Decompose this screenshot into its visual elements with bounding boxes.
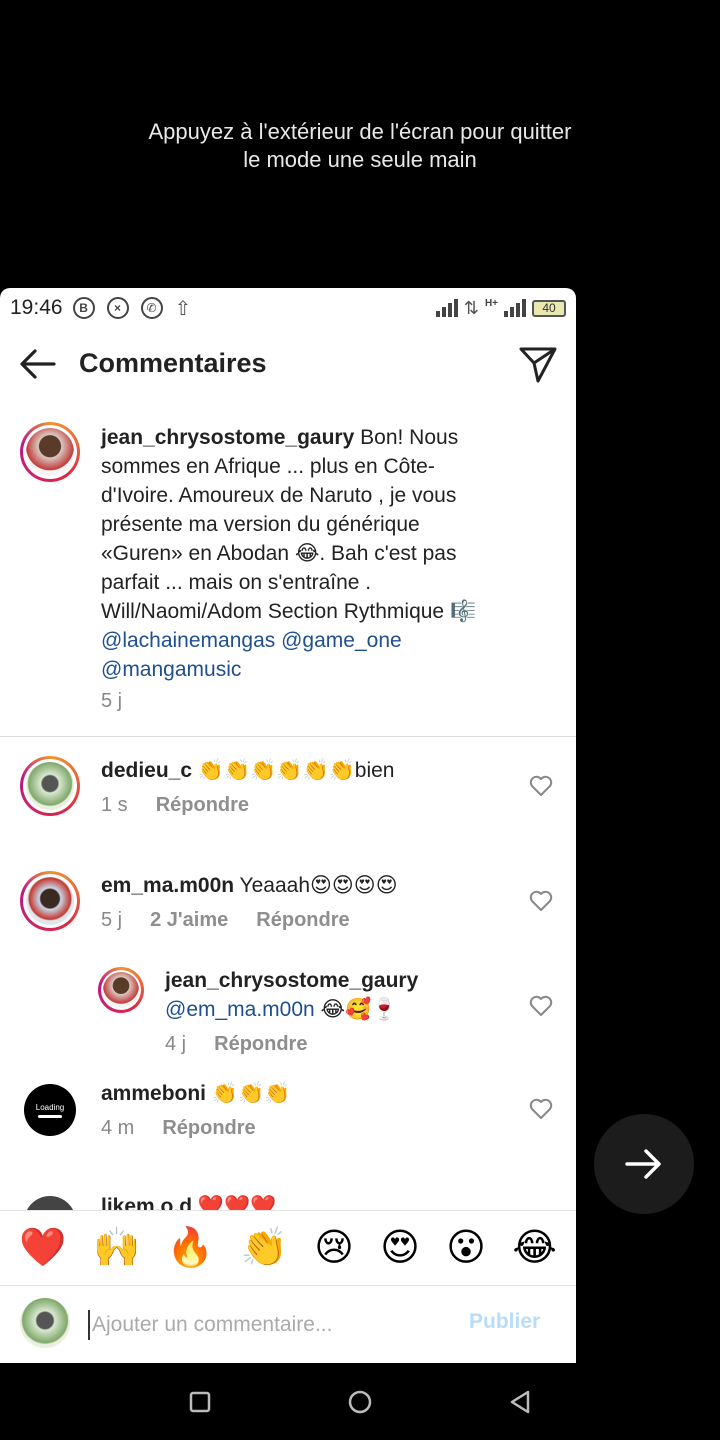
emoji-raised-hands[interactable]: 🙌	[93, 1228, 140, 1268]
comment-meta: 4 m Répondre	[101, 1117, 256, 1140]
mention-link[interactable]: @mangamusic	[101, 658, 241, 681]
comment-username[interactable]: em_ma.m00n	[101, 874, 234, 897]
square-icon	[189, 1391, 211, 1412]
close-circle-icon: ×	[106, 297, 129, 319]
avatar[interactable]	[20, 871, 80, 931]
timestamp: 4 m	[101, 1117, 135, 1139]
avatar[interactable]: Loading	[24, 1084, 76, 1136]
comment-text: jean_chrysostome_gaury @em_ma.m00n 😂🥰🍷	[165, 966, 505, 1024]
recents-button[interactable]	[170, 1372, 230, 1432]
reply-button[interactable]: Répondre	[256, 909, 349, 932]
back-arrow-icon[interactable]	[18, 346, 58, 382]
hint-line-2: le mode une seule main	[243, 147, 477, 172]
comment-username[interactable]: ammeboni	[101, 1082, 206, 1105]
b-app-icon: B	[72, 297, 95, 319]
caption-text: jean_chrysostome_gaury Bon! Nous sommes …	[101, 423, 491, 684]
comment-body: 👏👏👏	[211, 1082, 291, 1105]
comment-meta: 4 j Répondre	[165, 1033, 307, 1056]
circle-icon	[348, 1390, 372, 1413]
publish-button[interactable]: Publier	[469, 1310, 540, 1334]
emoji-laughing[interactable]: 😂	[512, 1228, 556, 1268]
emoji-fire[interactable]: 🔥	[167, 1228, 214, 1268]
reply-button[interactable]: Répondre	[156, 794, 249, 817]
comment-composer: Publier	[0, 1286, 576, 1363]
emoji-heart-eyes[interactable]: 😍	[380, 1228, 420, 1268]
caption-body: Bon! Nous sommes en Afrique ... plus en …	[101, 426, 477, 623]
network-type-label: H+	[484, 297, 498, 309]
triangle-back-icon	[510, 1390, 530, 1413]
one-hand-mode-hint: Appuyez à l'extérieur de l'écran pour qu…	[0, 118, 720, 174]
divider	[0, 736, 576, 737]
caption-username[interactable]: jean_chrysostome_gaury	[101, 426, 354, 449]
home-button[interactable]	[330, 1372, 390, 1432]
comment-username[interactable]: jean_chrysostome_gaury	[165, 966, 505, 995]
page-title: Commentaires	[79, 348, 267, 378]
status-bar: 19:46 B × ✆ ⇧ ⇅ H+ 40	[0, 288, 576, 328]
battery-icon: 40	[532, 299, 566, 317]
like-heart-icon[interactable]	[529, 890, 553, 912]
emoji-heart[interactable]: ❤️	[19, 1228, 66, 1268]
data-transfer-icon: ⇅	[463, 297, 479, 318]
like-heart-icon[interactable]	[529, 1098, 553, 1120]
emoji-clap[interactable]: 👏	[240, 1228, 287, 1268]
timestamp: 4 j	[165, 1033, 187, 1055]
comment-body: 👏👏👏👏👏👏bien	[197, 759, 395, 782]
quick-emoji-bar: ❤️ 🙌 🔥 👏 😢 😍 😮 😂	[0, 1210, 576, 1286]
comment-meta: 5 j 2 J'aime Répondre	[101, 909, 350, 932]
system-nav-bar	[0, 1363, 720, 1440]
emoji-surprised[interactable]: 😮	[446, 1228, 486, 1268]
send-icon[interactable]	[518, 344, 558, 384]
mention-link[interactable]: @lachainemangas	[101, 629, 275, 652]
app-screen: 19:46 B × ✆ ⇧ ⇅ H+ 40 Commentaires jean_…	[0, 288, 576, 1363]
like-heart-icon[interactable]	[529, 995, 553, 1017]
comment-body: Yeaaah😍😍😍😍	[239, 874, 398, 897]
avatar	[20, 1298, 70, 1348]
comment-input[interactable]	[88, 1310, 438, 1340]
reply-button[interactable]: Répondre	[162, 1117, 255, 1140]
comment-body: 😂🥰🍷	[314, 998, 398, 1021]
timestamp: 5 j	[101, 690, 123, 712]
emoji-crying[interactable]: 😢	[314, 1228, 354, 1268]
battery-level: 40	[542, 301, 556, 315]
comment-text: ammeboni 👏👏👏	[101, 1079, 511, 1108]
comment-meta: 1 s Répondre	[101, 794, 249, 817]
reply-button[interactable]: Répondre	[214, 1033, 307, 1056]
avatar[interactable]	[98, 967, 144, 1013]
avatar[interactable]	[20, 422, 80, 482]
mention-link[interactable]: @game_one	[281, 629, 402, 652]
timestamp: 1 s	[101, 794, 128, 816]
signal-icon	[435, 299, 458, 317]
upload-icon: ⇧	[174, 297, 192, 320]
status-time: 19:46	[10, 296, 63, 319]
whatsapp-icon: ✆	[140, 297, 163, 319]
timestamp: 5 j	[101, 909, 123, 931]
signal-icon-2	[504, 299, 526, 317]
comment-text: dedieu_c 👏👏👏👏👏👏bien	[101, 756, 511, 785]
avatar[interactable]	[20, 756, 80, 816]
caption-meta: 5 j	[101, 690, 122, 713]
comment-username[interactable]: dedieu_c	[101, 759, 192, 782]
back-button[interactable]	[490, 1372, 550, 1432]
exit-one-hand-button[interactable]	[594, 1114, 694, 1214]
like-heart-icon[interactable]	[529, 775, 553, 797]
mention-link[interactable]: @em_ma.m00n	[165, 998, 315, 1021]
comment-text: em_ma.m00n Yeaaah😍😍😍😍	[101, 871, 511, 900]
likes-count[interactable]: 2 J'aime	[150, 909, 228, 932]
hint-line-1: Appuyez à l'extérieur de l'écran pour qu…	[148, 119, 572, 144]
header: Commentaires	[0, 328, 576, 400]
arrow-right-icon	[625, 1149, 661, 1179]
